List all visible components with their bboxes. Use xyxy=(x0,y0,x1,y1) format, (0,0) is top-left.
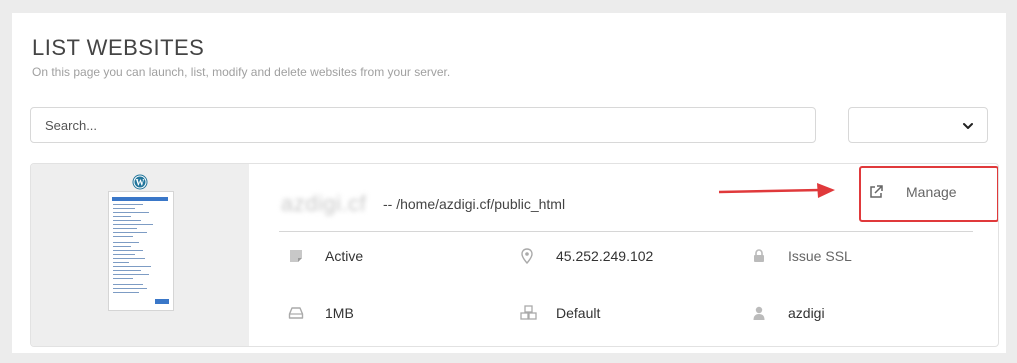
list-websites-panel: LIST WEBSITES On this page you can launc… xyxy=(12,13,1006,353)
website-preview[interactable]: W xyxy=(31,164,249,346)
card-divider xyxy=(279,231,973,232)
svg-text:W: W xyxy=(136,178,145,188)
status-text: Active xyxy=(325,248,364,264)
package-name: Default xyxy=(556,305,601,321)
website-card: W azdigi.cf -- /home/azdigi.cf/public_ht… xyxy=(30,163,999,347)
manage-label: Manage xyxy=(906,184,957,200)
ip-address: 45.252.249.102 xyxy=(556,248,654,264)
disk-usage: 1MB xyxy=(325,305,354,321)
package-item: Default xyxy=(519,305,600,321)
wordpress-icon: W xyxy=(132,174,148,190)
filter-select[interactable] xyxy=(848,107,988,143)
hard-drive-icon xyxy=(288,307,304,319)
search-input[interactable] xyxy=(30,107,816,143)
map-marker-icon xyxy=(521,248,533,264)
owner-name: azdigi xyxy=(788,305,825,321)
annotation-arrow xyxy=(718,183,835,198)
page-title: LIST WEBSITES xyxy=(32,35,205,60)
status-item: Active xyxy=(288,248,363,264)
website-screenshot xyxy=(108,191,174,311)
owner-item: azdigi xyxy=(751,305,825,321)
user-icon xyxy=(753,306,765,320)
disk-item: 1MB xyxy=(288,305,354,321)
manage-button[interactable]: Manage xyxy=(868,184,957,200)
cubes-icon xyxy=(520,305,537,320)
chevron-down-icon xyxy=(963,123,973,129)
lock-icon xyxy=(754,249,764,262)
page-subtitle: On this page you can launch, list, modif… xyxy=(32,65,451,79)
website-domain[interactable]: azdigi.cf xyxy=(281,191,366,217)
website-path: -- /home/azdigi.cf/public_html xyxy=(383,196,566,212)
ip-item: 45.252.249.102 xyxy=(519,248,653,264)
issue-ssl-link[interactable]: Issue SSL xyxy=(788,248,852,264)
ssl-item[interactable]: Issue SSL xyxy=(751,248,852,264)
status-icon xyxy=(290,250,302,262)
external-link-icon xyxy=(870,185,883,198)
